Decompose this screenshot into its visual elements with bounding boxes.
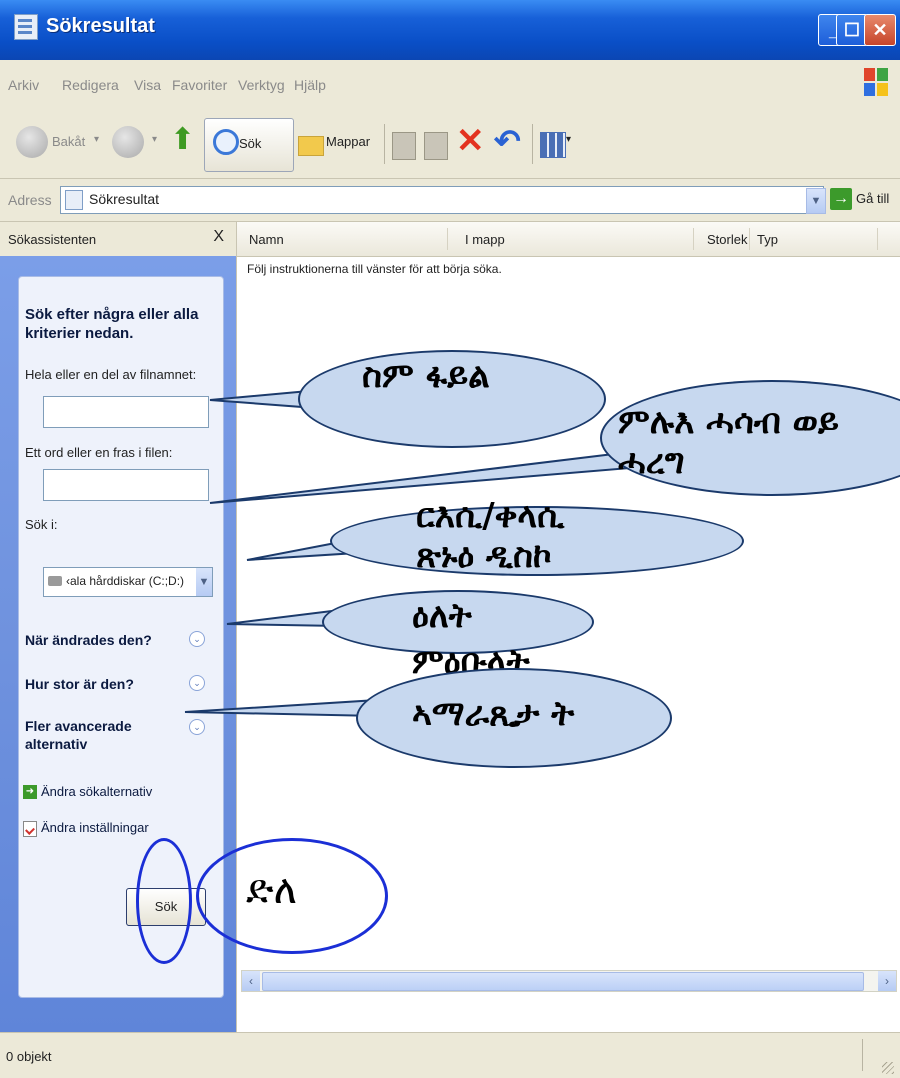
annotation-phrase: ምሉእ ሓሳብ ወይ ሓረግ <box>618 402 839 482</box>
expand-modified-icon[interactable]: ⌄ <box>189 631 205 647</box>
toolbar: Bakåt ▾ ▾ ⬆ Sök Mappar ✕ ↶ ▾ <box>0 106 900 179</box>
explorer-window: Sökresultat _ ☐ ✕ Arkiv Redigera Visa Fa… <box>0 0 900 1078</box>
option-size[interactable]: Hur stor är den? <box>25 675 134 693</box>
search-toolbar-button[interactable]: Sök <box>204 118 294 172</box>
menu-arkiv[interactable]: Arkiv <box>8 77 39 93</box>
search-pane-title: Sökassistenten <box>8 232 97 247</box>
search-heading: Sök efter några eller alla kriterier ned… <box>25 306 199 342</box>
views-icon[interactable] <box>540 132 566 158</box>
filename-label: Hela eller en del av filnamnet: <box>25 367 197 382</box>
back-dropdown-icon[interactable]: ▾ <box>94 134 99 145</box>
option-modified[interactable]: När ändrades den? <box>25 631 152 649</box>
search-pane-header: Sökassistenten X <box>0 222 236 257</box>
address-value: Sökresultat <box>89 191 160 207</box>
back-arrow-icon[interactable] <box>16 126 48 158</box>
highlight-ring-search-button <box>136 838 192 964</box>
address-bar: Adress Sökresultat ▼ → Gå till <box>0 179 900 222</box>
look-in-label: Sök i: <box>25 517 58 532</box>
column-folder[interactable]: I mapp <box>465 232 505 247</box>
change-options-arrow-icon: ➜ <box>23 785 37 799</box>
move-to-icon[interactable] <box>392 132 416 160</box>
status-bar: 0 objekt <box>0 1032 900 1078</box>
windows-logo-icon <box>864 68 888 96</box>
search-toolbar-label: Sök <box>239 136 262 151</box>
search-results-window-icon <box>14 14 38 40</box>
go-button[interactable]: Gå till <box>856 191 889 206</box>
up-folder-icon[interactable]: ⬆ <box>170 122 195 157</box>
search-results-icon <box>65 190 83 210</box>
menu-redigera[interactable]: Redigera <box>62 77 119 93</box>
title-bar: Sökresultat _ ☐ ✕ <box>0 0 900 60</box>
phrase-input[interactable] <box>43 469 209 501</box>
undo-icon[interactable]: ↶ <box>494 124 521 158</box>
address-input[interactable]: Sökresultat <box>60 186 824 214</box>
results-instruction: Följ instruktionerna till vänster för at… <box>247 262 502 276</box>
menu-visa[interactable]: Visa <box>134 77 161 93</box>
toolbar-separator <box>384 124 385 164</box>
address-label: Adress <box>8 192 52 208</box>
forward-dropdown-icon[interactable]: ▾ <box>152 134 157 145</box>
menu-favoriter[interactable]: Favoriter <box>172 77 227 93</box>
look-in-value: ‹ala hårddiskar (C:;D:) <box>66 574 185 588</box>
column-divider[interactable] <box>877 228 878 250</box>
back-button-label[interactable]: Bakåt <box>52 134 85 149</box>
folders-button-label[interactable]: Mappar <box>326 134 370 149</box>
column-divider[interactable] <box>693 228 694 250</box>
menu-hjalp[interactable]: Hjälp <box>294 77 326 93</box>
column-headers: Namn I mapp Storlek Typ <box>237 222 900 257</box>
menu-verktyg[interactable]: Verktyg <box>238 77 285 93</box>
column-divider[interactable] <box>447 228 448 250</box>
change-search-options-link[interactable]: Ändra sökalternativ <box>41 784 152 799</box>
scroll-left-icon[interactable]: ‹ <box>242 971 260 991</box>
expand-advanced-icon[interactable]: ⌄ <box>189 719 205 735</box>
close-button[interactable]: ✕ <box>864 14 896 46</box>
column-size[interactable]: Storlek <box>707 232 747 247</box>
phrase-label: Ett ord eller en fras i filen: <box>25 445 173 460</box>
annotation-date: ዕለት <box>412 596 472 636</box>
column-divider[interactable] <box>749 228 750 250</box>
expand-size-icon[interactable]: ⌄ <box>189 675 205 691</box>
address-dropdown-icon[interactable]: ▼ <box>806 188 826 214</box>
search-pane-close-icon[interactable]: X <box>213 228 224 246</box>
toolbar-separator <box>532 124 533 164</box>
annotation-advanced: ኣማራጺታ ት <box>412 694 575 734</box>
hard-drive-icon <box>48 576 62 586</box>
views-dropdown-icon[interactable]: ▾ <box>566 134 571 145</box>
look-in-select[interactable]: ‹ala hårddiskar (C:;D:) ▼ <box>43 567 213 597</box>
change-settings-icon <box>23 821 37 837</box>
folders-icon[interactable] <box>298 136 324 156</box>
change-settings-link[interactable]: Ändra inställningar <box>41 820 149 835</box>
column-type[interactable]: Typ <box>757 232 778 247</box>
horizontal-scrollbar[interactable]: ‹ › <box>241 970 897 992</box>
status-text: 0 objekt <box>6 1049 52 1064</box>
look-in-dropdown-icon[interactable]: ▼ <box>196 568 212 596</box>
delete-icon[interactable]: ✕ <box>456 124 485 158</box>
annotation-lookin: ርእሲ/ቀላሲ ጽኑዕ ዲስኮ <box>416 496 565 576</box>
resize-grip-icon[interactable] <box>882 1062 894 1074</box>
annotation-search: ድለ <box>246 867 298 913</box>
status-separator <box>862 1039 863 1071</box>
copy-to-icon[interactable] <box>424 132 448 160</box>
scroll-right-icon[interactable]: › <box>878 971 896 991</box>
menu-bar: Arkiv Redigera Visa Favoriter Verktyg Hj… <box>0 60 900 107</box>
option-advanced[interactable]: Fler avancerade alternativ <box>25 717 155 753</box>
scrollbar-thumb[interactable] <box>262 972 864 991</box>
window-title: Sökresultat <box>46 15 155 37</box>
go-arrow-icon[interactable]: → <box>830 188 852 210</box>
column-name[interactable]: Namn <box>249 232 284 247</box>
filename-input[interactable] <box>43 396 209 428</box>
magnifier-icon <box>213 129 239 155</box>
annotation-filename: ስም ፋይል <box>362 356 490 396</box>
forward-arrow-icon[interactable] <box>112 126 144 158</box>
